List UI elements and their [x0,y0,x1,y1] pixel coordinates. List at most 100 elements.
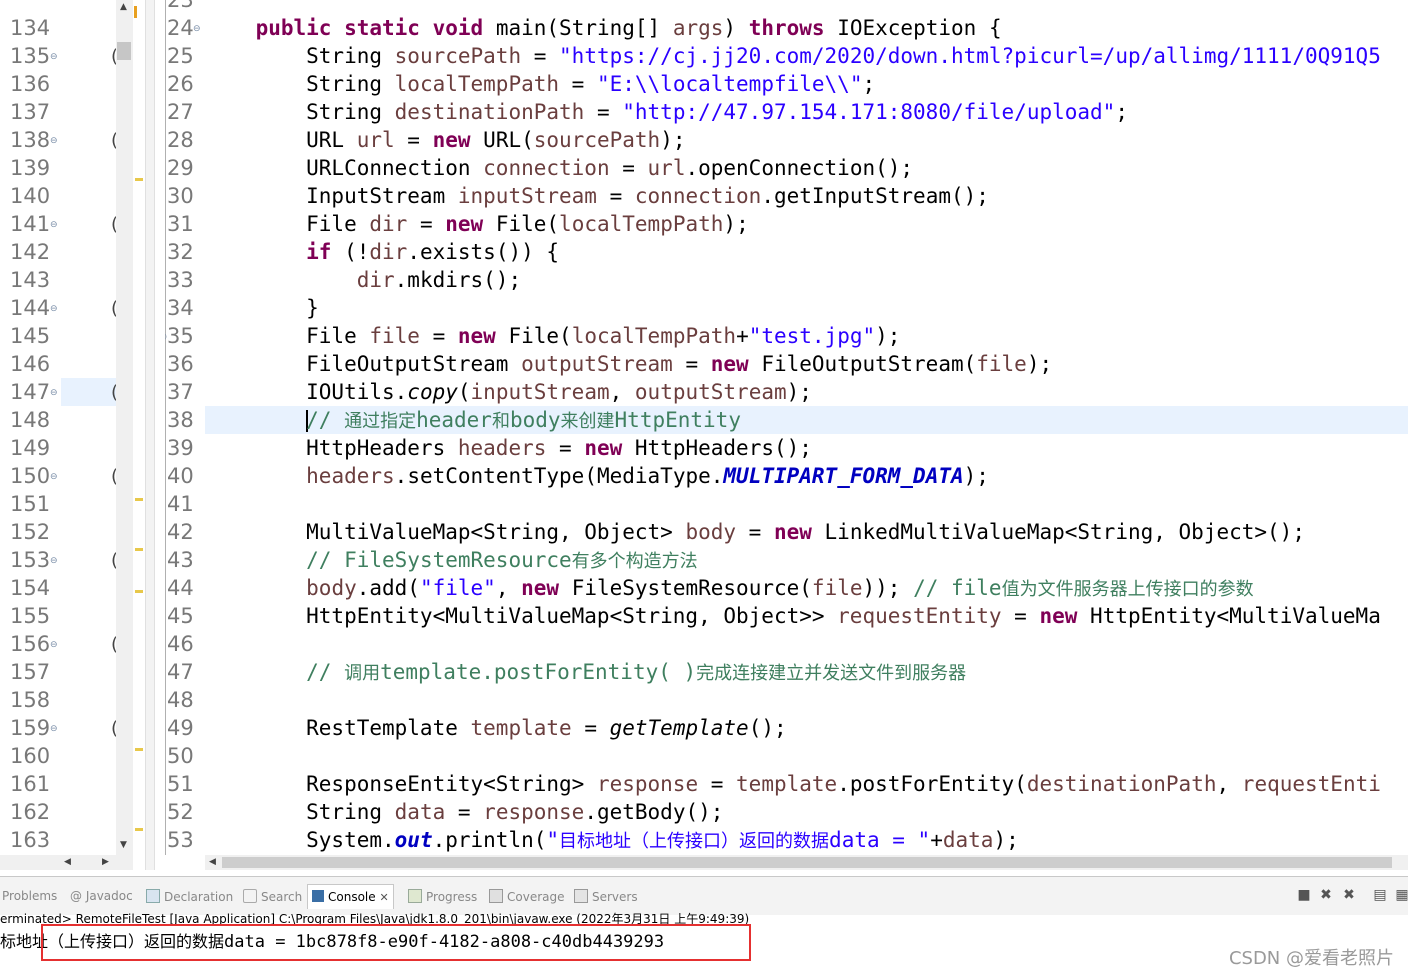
java-editor: 23 24⊖ 25 26 27 28 29 30 31 32 33 34 35○36 37 38 39 40 41… [155,0,1408,870]
code-line[interactable]: ResponseEntity<String> response = templa… [205,770,1381,798]
line-number: 150 [10,464,51,488]
code-line[interactable]: // 通过指定header和body来创建HttpEntity [205,406,741,434]
fold-toggle-icon[interactable]: ⊖ [193,24,201,34]
code-line[interactable]: InputStream inputStream = connection.get… [205,182,989,210]
line-number: 148 [10,408,51,432]
pin-console-icon[interactable]: ▦ [1394,887,1408,903]
remove-all-launches-icon[interactable]: ✖ [1341,887,1357,903]
code-line[interactable]: String sourcePath = "https://cj.jj20.com… [205,42,1381,70]
left-overview-ruler[interactable] [133,0,145,855]
scroll-down-arrow-icon[interactable]: ▼ [120,840,127,850]
editor-scroll-thumb[interactable] [222,857,1392,868]
code-line[interactable]: HttpHeaders headers = new HttpHeaders(); [205,434,812,462]
code-line[interactable]: // 调用template.postForEntity( )完成连接建立并发送文… [205,658,966,686]
code-line[interactable]: HttpEntity<MultiValueMap<String, Object>… [205,602,1381,630]
fold-toggle-icon[interactable]: ⊖ [50,220,58,230]
line-number: 141 [10,212,51,236]
left-line-number-gutter: 134 135 ⊖ 136 137 138 ⊖ 139 140 141 ⊖ 142 143 144 ⊖ 145… [0,0,58,855]
code-area[interactable]: public static void main(String[] args) t… [205,0,1408,855]
code-line[interactable]: String data = response.getBody(); [205,798,723,826]
overview-marker[interactable] [135,548,143,551]
left-scroll-thumb[interactable] [117,42,131,60]
tab-progress[interactable]: Progress [408,889,477,905]
line-number: 25 [167,44,194,68]
line-number: 153 [10,548,51,572]
tab-coverage[interactable]: Coverage [489,889,565,905]
console-icon [312,890,324,902]
code-line[interactable]: FileOutputStream outputStream = new File… [205,350,1052,378]
code-line[interactable]: File dir = new File(localTempPath); [205,210,749,238]
code-line[interactable]: File file = new File(localTempPath+"test… [205,322,900,350]
line-number: 23 [167,0,194,12]
left-vertical-scrollbar[interactable]: ▲ ▼ [116,0,133,855]
fold-toggle-icon[interactable]: ⊖ [50,556,58,566]
fold-toggle-icon[interactable]: ⊖ [50,388,58,398]
code-line[interactable]: headers.setContentType(MediaType.MULTIPA… [205,462,989,490]
tab-console[interactable]: Console ✕ [307,884,394,909]
code-line[interactable]: String localTempPath = "E:\\localtempfil… [205,70,875,98]
code-line[interactable]: URLConnection connection = url.openConne… [205,154,913,182]
scroll-up-arrow-icon[interactable]: ▲ [120,2,127,12]
overview-marker[interactable] [135,498,143,501]
fold-toggle-icon[interactable]: ⊖ [50,304,58,314]
left-current-line-highlight [61,378,116,406]
line-number: 28 [167,128,194,152]
scroll-lock-icon[interactable]: ▤ [1372,887,1388,903]
fold-toggle-icon[interactable]: ⊖ [50,640,58,650]
tab-javadoc[interactable]: @ Javadoc [70,889,133,905]
line-number: 139 [10,156,51,180]
breakpoint-marker-icon[interactable]: ○ [165,332,167,342]
line-number: 35 [167,324,194,348]
overview-marker[interactable] [135,828,143,831]
tab-problems[interactable]: Problems [2,889,57,905]
remove-launch-icon[interactable]: ✖ [1318,887,1334,903]
code-line[interactable]: } [205,294,319,322]
scroll-left-arrow-icon[interactable]: ◀ [64,857,71,867]
line-number: 42 [167,520,194,544]
left-editor-pane: 134 135 ⊖ 136 137 138 ⊖ 139 140 141 ⊖ 142 143 144 ⊖ 145… [0,0,145,870]
line-number: 37 [167,380,194,404]
code-line[interactable]: IOUtils.copy(inputStream, outputStream); [205,378,812,406]
editor-horizontal-scrollbar[interactable]: ◀ [205,855,1408,870]
line-number: 40 [167,464,194,488]
scroll-left-arrow-icon[interactable]: ◀ [209,857,216,867]
fold-toggle-icon[interactable]: ⊖ [50,136,58,146]
code-line[interactable]: dir.mkdirs(); [205,266,521,294]
progress-icon [408,889,422,903]
declaration-icon [146,889,160,903]
tab-search[interactable]: Search [243,889,302,905]
code-line[interactable]: // FileSystemResource有多个构造方法 [205,546,698,574]
left-code-area[interactable]: ((((((((( [61,0,116,855]
overview-marker[interactable] [134,6,137,18]
code-line[interactable]: RestTemplate template = getTemplate(); [205,714,786,742]
code-line[interactable]: body.add("file", new FileSystemResource(… [205,574,1253,602]
console-close-icon[interactable]: ✕ [379,891,388,904]
tab-javadoc-label: @ Javadoc [70,889,133,903]
fold-toggle-icon[interactable]: ⊖ [50,472,58,482]
line-number: 47 [167,660,194,684]
tab-servers[interactable]: Servers [574,889,638,905]
code-line[interactable]: System.out.println("目标地址（上传接口）返回的数据data … [205,826,1019,854]
search-icon [243,889,257,903]
code-line[interactable]: MultiValueMap<String, Object> body = new… [205,518,1305,546]
line-number: 26 [167,72,194,96]
left-horizontal-scrollbar[interactable]: ◀ ▶ [0,855,133,870]
scroll-right-arrow-icon[interactable]: ▶ [102,857,109,867]
stop-console-icon[interactable]: ■ [1296,887,1312,903]
line-number: 143 [10,268,51,292]
fold-toggle-icon[interactable]: ⊖ [50,724,58,734]
line-number: 31 [167,212,194,236]
fold-toggle-icon[interactable]: ⊖ [50,52,58,62]
tab-declaration[interactable]: Declaration [146,889,233,905]
code-line[interactable]: URL url = new URL(sourcePath); [205,126,685,154]
code-line[interactable]: String destinationPath = "http://47.97.1… [205,98,1128,126]
overview-marker[interactable] [135,748,143,751]
coverage-icon [489,889,503,903]
overview-marker[interactable] [135,590,143,593]
line-number: 145 [10,324,51,348]
line-number: 135 [10,44,51,68]
editor-split-divider[interactable] [145,0,155,870]
overview-marker[interactable] [135,178,143,181]
code-line[interactable]: if (!dir.exists()) { [205,238,559,266]
code-line[interactable]: public static void main(String[] args) t… [205,14,1002,42]
